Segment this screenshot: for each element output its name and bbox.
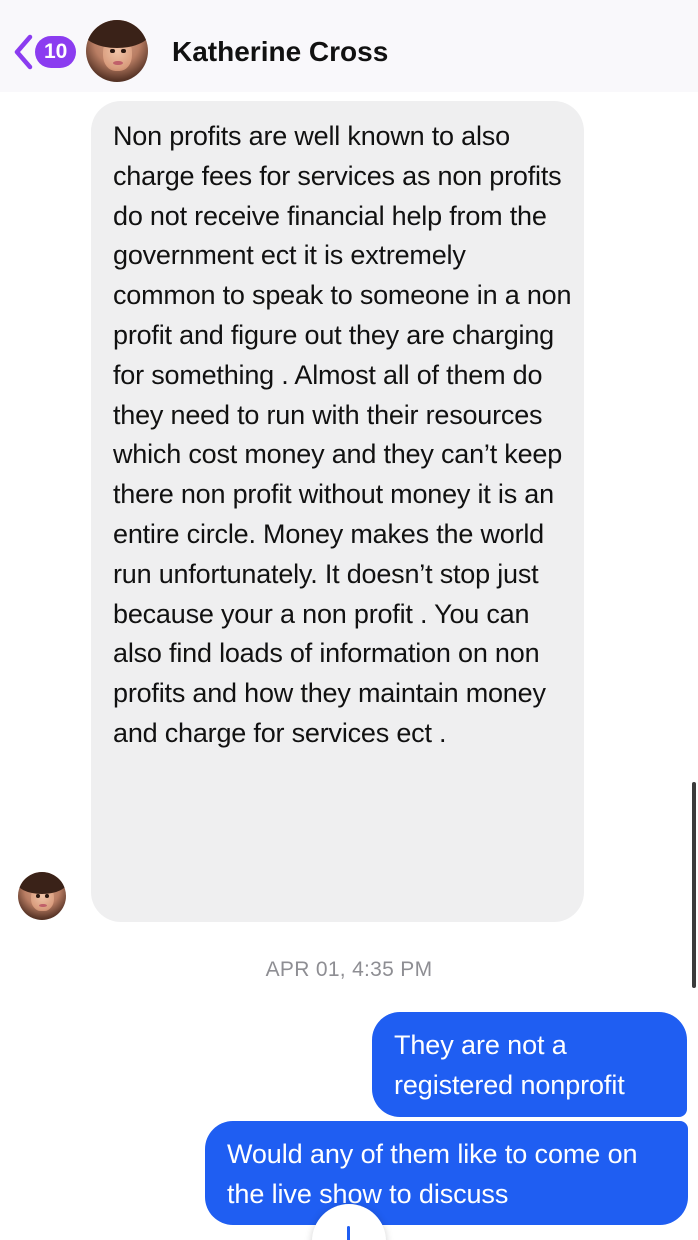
contact-avatar[interactable] <box>86 20 148 82</box>
sender-avatar[interactable] <box>18 872 66 920</box>
outgoing-message-bubble[interactable]: They are not a registered nonprofit <box>372 1012 687 1117</box>
chevron-left-icon <box>14 34 33 70</box>
outgoing-message-bubble[interactable]: Would any of them like to come on the li… <box>205 1121 688 1225</box>
back-button[interactable]: 10 <box>12 33 77 71</box>
arrow-down-icon <box>347 1226 350 1240</box>
conversation-header: 10 Katherine Cross <box>0 0 698 92</box>
incoming-message-bubble[interactable]: Non profits are well known to also charg… <box>91 101 584 922</box>
message-timestamp: APR 01, 4:35 PM <box>265 958 433 981</box>
unread-count-badge: 10 <box>35 36 77 68</box>
scrollbar[interactable] <box>692 782 696 988</box>
contact-name[interactable]: Katherine Cross <box>172 36 388 68</box>
